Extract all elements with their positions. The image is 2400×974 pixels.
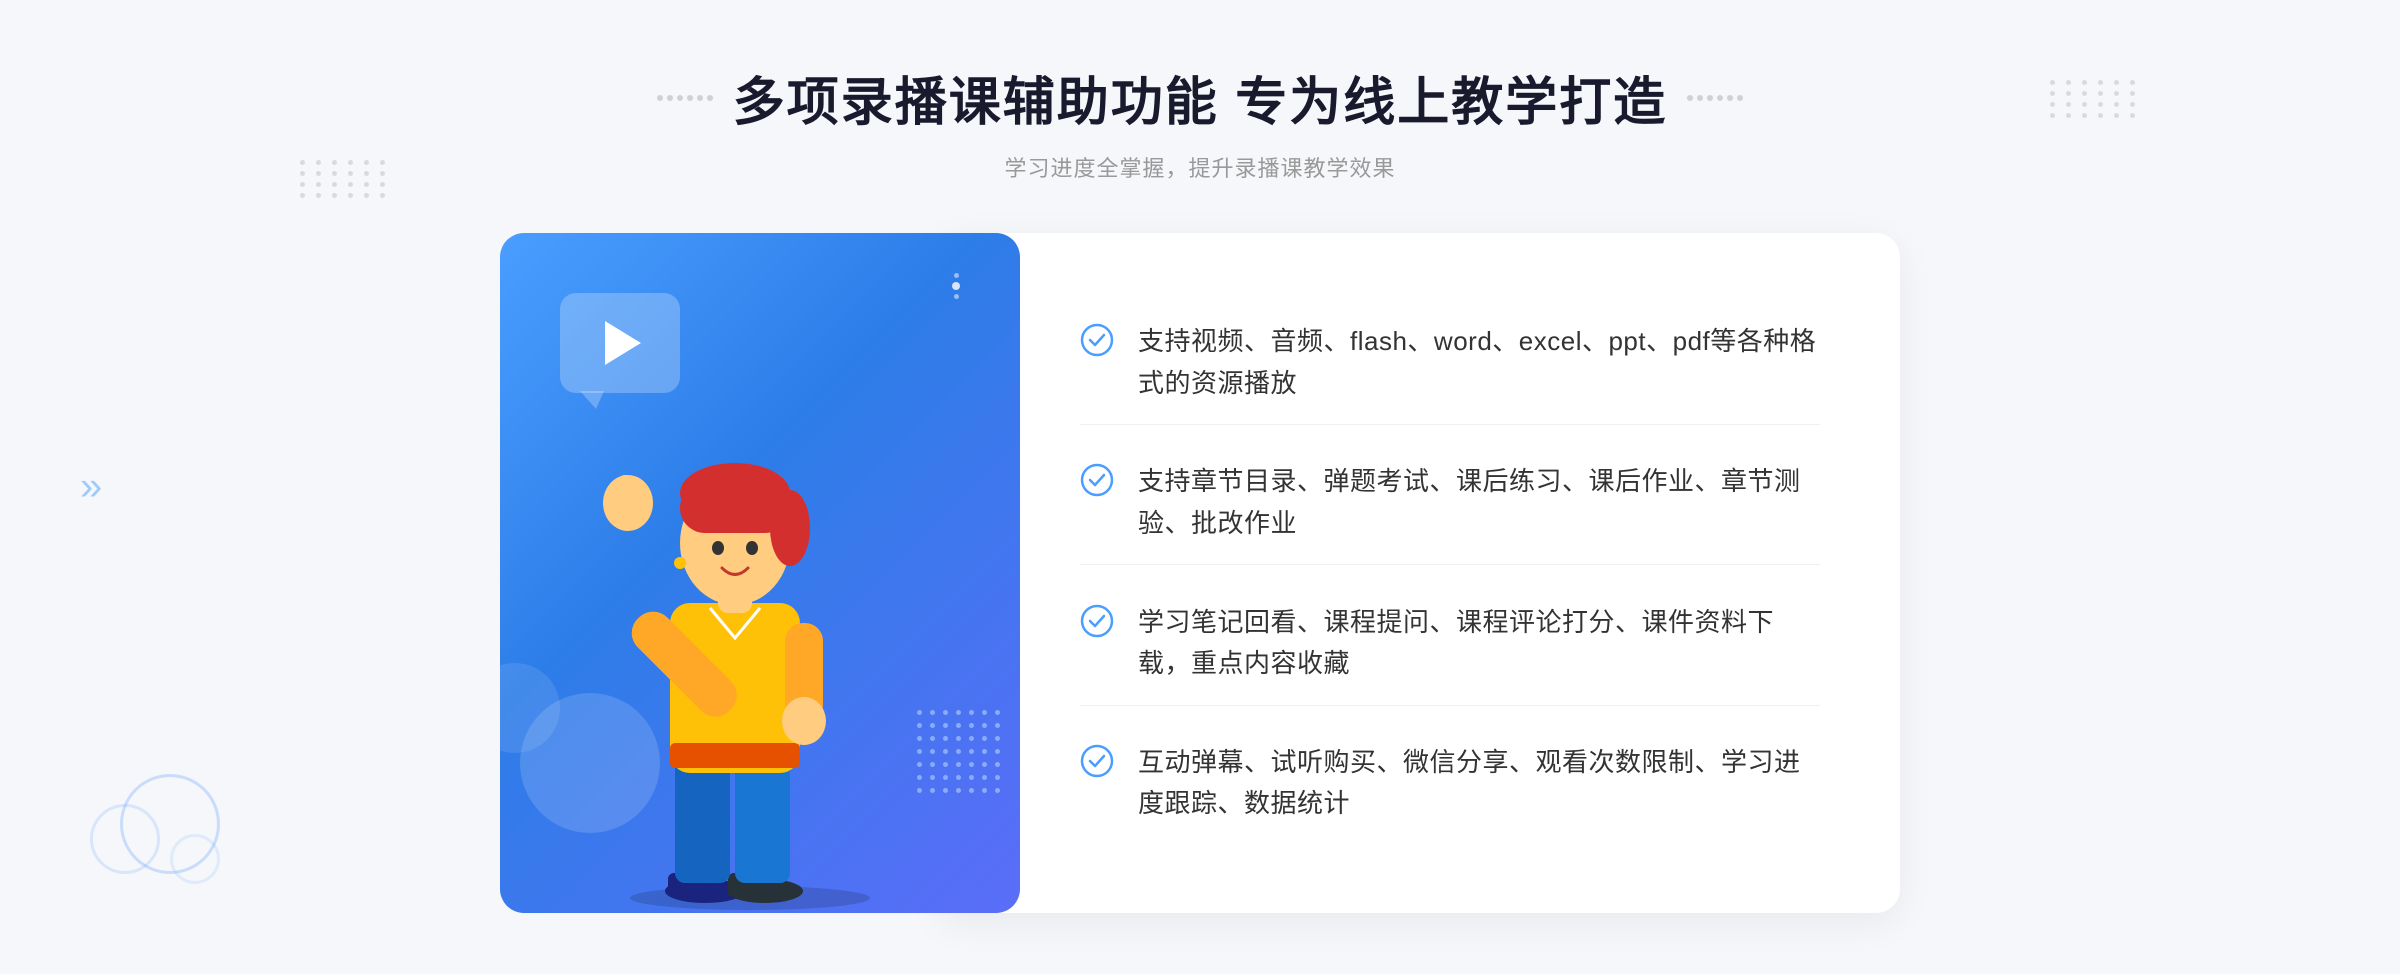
chevrons-left-decoration: » — [80, 465, 102, 510]
page-container: » 多项录播课辅助功能 专为线上教学打造 学习进度全掌握，提升录播课教学效果 — [0, 0, 2400, 974]
header-section: 多项录播课辅助功能 专为线上教学打造 学习进度全掌握，提升录播课教学效果 — [657, 60, 1743, 183]
circle-decoration-medium — [470, 663, 560, 753]
feature-item-2: 支持章节目录、弹题考试、课后练习、课后作业、章节测验、批改作业 — [1080, 441, 1820, 565]
feature-text-1: 支持视频、音频、flash、word、excel、ppt、pdf等各种格式的资源… — [1138, 321, 1820, 404]
feature-item-1: 支持视频、音频、flash、word、excel、ppt、pdf等各种格式的资源… — [1080, 301, 1820, 425]
feature-text-4: 互动弹幕、试听购买、微信分享、观看次数限制、学习进度跟踪、数据统计 — [1138, 742, 1820, 825]
content-area: 支持视频、音频、flash、word、excel、ppt、pdf等各种格式的资源… — [500, 233, 1900, 913]
check-icon-1 — [1080, 323, 1114, 357]
person-illustration — [560, 353, 940, 913]
feature-text-2: 支持章节目录、弹题考试、课后练习、课后作业、章节测验、批改作业 — [1138, 461, 1820, 544]
illustration-card — [500, 233, 1020, 913]
feature-item-3: 学习笔记回看、课程提问、课程评论打分、课件资料下载，重点内容收藏 — [1080, 582, 1820, 706]
check-icon-3 — [1080, 604, 1114, 638]
dots-decoration-top-right — [2050, 80, 2140, 118]
dots-decoration-top-left — [300, 160, 390, 198]
sparkle-decoration — [952, 273, 960, 299]
check-icon-2 — [1080, 463, 1114, 497]
title-dots-right — [1687, 95, 1743, 101]
title-row: 多项录播课辅助功能 专为线上教学打造 — [657, 60, 1743, 135]
features-panel: 支持视频、音频、flash、word、excel、ppt、pdf等各种格式的资源… — [940, 233, 1900, 913]
title-dots-left — [657, 95, 713, 101]
check-icon-4 — [1080, 744, 1114, 778]
main-title: 多项录播课辅助功能 专为线上教学打造 — [733, 60, 1667, 135]
feature-text-3: 学习笔记回看、课程提问、课程评论打分、课件资料下载，重点内容收藏 — [1138, 602, 1820, 685]
sub-title: 学习进度全掌握，提升录播课教学效果 — [1004, 151, 1395, 183]
feature-item-4: 互动弹幕、试听购买、微信分享、观看次数限制、学习进度跟踪、数据统计 — [1080, 722, 1820, 845]
